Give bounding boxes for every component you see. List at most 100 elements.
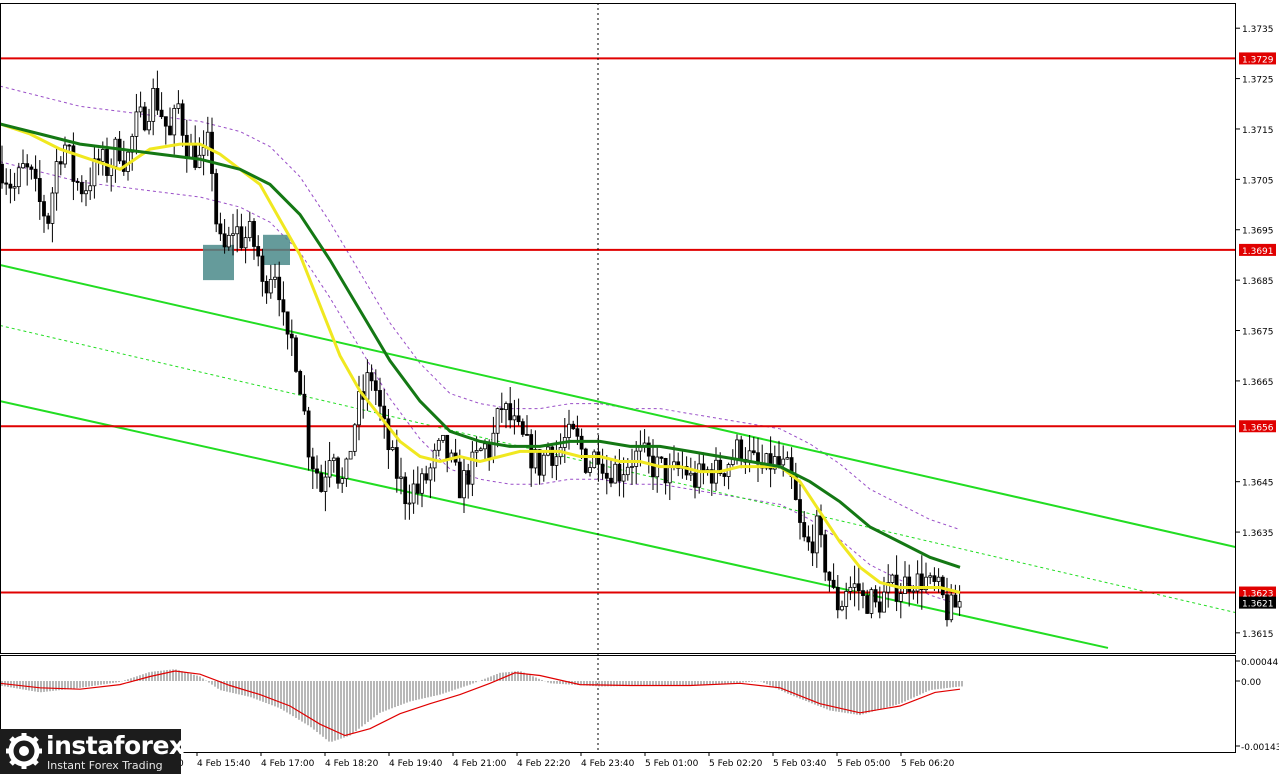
candle-body xyxy=(197,154,202,168)
candle-body xyxy=(189,143,193,160)
candle-body xyxy=(814,515,819,554)
candle-body xyxy=(504,403,508,410)
x-tick-label: 4 Feb 19:40 xyxy=(389,759,443,769)
candle-body xyxy=(877,601,882,613)
candle-body xyxy=(630,466,634,468)
candle-body xyxy=(151,88,156,122)
candle xyxy=(592,449,597,469)
candle-body xyxy=(835,587,840,611)
entry-zone-box-0 xyxy=(203,244,234,281)
candle-body xyxy=(462,470,466,499)
candle-body xyxy=(46,215,51,224)
y-tick-label: 1.3735 xyxy=(1242,25,1274,35)
candle-body xyxy=(667,465,672,484)
candle-body xyxy=(4,182,9,185)
candle-body xyxy=(537,449,542,476)
candle-body xyxy=(819,515,823,536)
candle-body xyxy=(352,424,357,452)
candle-body xyxy=(268,278,273,294)
y-tick-label: 1.3725 xyxy=(1242,76,1274,86)
level-price-label: 1.3656 xyxy=(1242,423,1274,433)
candle-body xyxy=(840,606,844,611)
candle-body xyxy=(470,451,475,485)
candle-body xyxy=(466,470,471,485)
x-tick-label: 5 Feb 03:40 xyxy=(773,759,827,769)
candle-body xyxy=(63,144,67,165)
candle-body xyxy=(403,476,408,505)
candle-body xyxy=(609,477,613,484)
candle-body xyxy=(235,226,240,235)
candle-body xyxy=(491,432,496,459)
candle-body xyxy=(592,451,597,469)
candle-body xyxy=(264,281,269,294)
y-tick-label: 1.3645 xyxy=(1242,479,1274,489)
candle-body xyxy=(445,434,450,459)
candle-body xyxy=(281,299,286,313)
logo-name: instaforex xyxy=(46,731,185,760)
y-tick-label: 1.3675 xyxy=(1242,328,1274,338)
candle-body xyxy=(298,370,303,395)
candle-body xyxy=(75,181,80,183)
x-tick-label: 4 Feb 15:40 xyxy=(197,759,251,769)
candle-body xyxy=(693,472,697,488)
candle-body xyxy=(525,433,529,436)
candle-body xyxy=(953,594,958,608)
candle-body xyxy=(898,593,903,602)
candle-body xyxy=(184,134,189,160)
candle-body xyxy=(378,390,382,407)
candle-body xyxy=(831,579,836,588)
candle-body xyxy=(273,276,277,280)
candle-body xyxy=(945,594,949,621)
candle-body xyxy=(42,201,46,217)
candle-body xyxy=(247,221,252,239)
candle-body xyxy=(390,447,395,451)
candle-body xyxy=(483,443,487,450)
candle-body xyxy=(604,472,609,479)
candle-body xyxy=(810,541,815,554)
candle-body xyxy=(751,450,756,454)
candle-body xyxy=(861,590,865,597)
candle-body xyxy=(394,447,399,479)
candle-body xyxy=(583,448,588,473)
last-price-label: 1.3621 xyxy=(1242,600,1274,610)
candle-body xyxy=(155,88,160,111)
x-tick-label: 5 Feb 06:20 xyxy=(901,759,955,769)
candle-body xyxy=(239,226,244,249)
candle xyxy=(520,418,525,437)
candle-body xyxy=(134,111,139,137)
candle-body xyxy=(33,168,38,179)
candle-body xyxy=(600,463,605,474)
y-tick-label: 1.3615 xyxy=(1242,630,1274,640)
sub-frame xyxy=(0,655,1236,753)
candle-body xyxy=(310,456,315,470)
y-tick-label: 1.3695 xyxy=(1242,227,1274,237)
candle-body xyxy=(205,131,210,149)
candle xyxy=(352,422,357,457)
x-tick-label: 5 Feb 05:00 xyxy=(837,759,891,769)
candle-body xyxy=(554,456,559,466)
candle-body xyxy=(844,591,849,607)
candle-body xyxy=(88,185,93,192)
candle-body xyxy=(907,576,912,592)
candle-body xyxy=(512,415,517,421)
candle-body xyxy=(457,461,462,499)
candle-body xyxy=(399,476,403,479)
candle-body xyxy=(210,131,214,174)
candle-body xyxy=(348,450,353,460)
candle-body xyxy=(659,456,664,459)
candle-body xyxy=(575,428,580,437)
sub-y-tick-label: -0.00143 xyxy=(1241,743,1279,753)
candle-body xyxy=(365,372,370,400)
candle xyxy=(869,587,874,619)
candle-body xyxy=(571,423,576,430)
candle-body xyxy=(928,575,933,578)
candle-body xyxy=(336,457,340,484)
candle-body xyxy=(474,450,479,453)
candle-body xyxy=(777,456,781,466)
x-tick-label: 4 Feb 18:20 xyxy=(325,759,379,769)
candle-body xyxy=(848,586,853,592)
candle-body xyxy=(29,166,34,170)
candle xyxy=(348,450,353,460)
candle-body xyxy=(613,463,618,484)
candle-body xyxy=(105,149,109,176)
